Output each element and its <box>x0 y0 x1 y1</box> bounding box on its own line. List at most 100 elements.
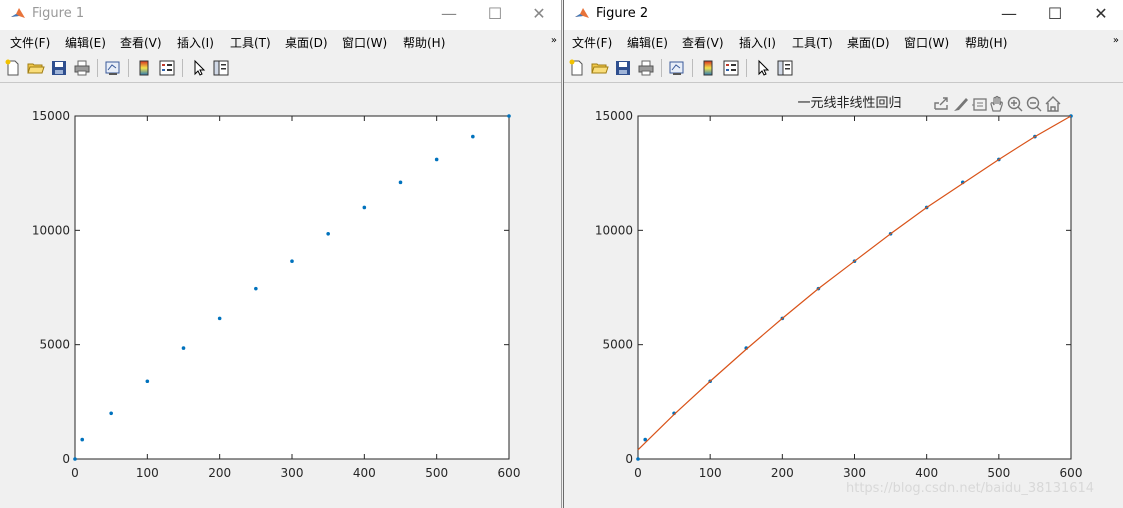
menu-desktop[interactable]: 桌面(D) <box>847 34 890 51</box>
data-point <box>398 180 403 185</box>
save-icon[interactable] <box>613 58 633 78</box>
matlab-icon <box>574 6 590 22</box>
new-figure-icon[interactable] <box>3 58 23 78</box>
window-title: Figure 2 <box>596 6 649 21</box>
data-point <box>73 457 77 461</box>
property-editor-icon[interactable] <box>211 58 231 78</box>
figure-1-window: Figure 1 — ☐ ✕ 文件(F) 编辑(E) 查看(V) 插入(I) 工… <box>0 0 562 508</box>
y-tick-label: 10000 <box>32 223 70 237</box>
data-point <box>636 457 640 461</box>
close-button[interactable]: ✕ <box>516 0 561 30</box>
data-point <box>109 411 113 416</box>
x-tick-label: 100 <box>136 466 159 480</box>
minimize-button[interactable]: — <box>986 0 1032 30</box>
pointer-icon[interactable] <box>189 58 209 78</box>
data-point <box>254 286 258 291</box>
menu-view[interactable]: 查看(V) <box>120 34 162 51</box>
x-tick-label: 200 <box>771 466 794 480</box>
menu-file[interactable]: 文件(F) <box>572 34 612 51</box>
menu-help[interactable]: 帮助(H) <box>965 34 1007 51</box>
menu-edit[interactable]: 编辑(E) <box>627 34 668 51</box>
window-title: Figure 1 <box>32 6 85 21</box>
title-bar[interactable]: Figure 1 — ☐ ✕ <box>0 0 561 30</box>
menu-edit[interactable]: 编辑(E) <box>65 34 106 51</box>
menu-window[interactable]: 窗口(W) <box>342 34 387 51</box>
legend-icon[interactable] <box>157 58 177 78</box>
close-button[interactable]: ✕ <box>1078 0 1123 30</box>
toolbar-separator <box>182 59 183 77</box>
x-tick-label: 600 <box>498 466 521 480</box>
minimize-button[interactable]: — <box>426 0 472 30</box>
open-file-icon[interactable] <box>590 58 610 78</box>
menu-insert[interactable]: 插入(I) <box>177 34 214 51</box>
menu-overflow-icon[interactable]: » <box>1113 35 1119 46</box>
axes-box <box>74 115 510 460</box>
export-icon[interactable] <box>934 97 948 110</box>
toolbar-separator <box>97 59 98 77</box>
menu-bar: 文件(F) 编辑(E) 查看(V) 插入(I) 工具(T) 桌面(D) 窗口(W… <box>0 30 561 54</box>
zoom-out-icon[interactable] <box>1026 96 1042 112</box>
data-point <box>181 346 186 350</box>
menu-file[interactable]: 文件(F) <box>10 34 50 51</box>
datatip-icon[interactable] <box>972 98 987 111</box>
print-icon[interactable] <box>72 58 92 78</box>
menu-desktop[interactable]: 桌面(D) <box>285 34 328 51</box>
toolbar-separator <box>692 59 693 77</box>
pan-icon[interactable] <box>990 95 1003 112</box>
data-point <box>326 231 330 236</box>
toolbar <box>0 54 561 83</box>
menu-insert[interactable]: 插入(I) <box>739 34 776 51</box>
home-icon[interactable] <box>1045 96 1061 112</box>
data-point <box>290 259 294 264</box>
x-tick-label: 500 <box>425 466 448 480</box>
menu-tools[interactable]: 工具(T) <box>230 34 271 51</box>
toolbar-separator <box>128 59 129 77</box>
title-bar[interactable]: Figure 2 — ☐ ✕ <box>564 0 1123 30</box>
x-tick-label: 100 <box>699 466 722 480</box>
toolbar <box>564 54 1123 83</box>
axes-toolbar <box>934 95 1061 112</box>
x-tick-label: 0 <box>634 466 642 480</box>
link-plot-icon[interactable] <box>667 58 687 78</box>
property-editor-icon[interactable] <box>775 58 795 78</box>
new-figure-icon[interactable] <box>567 58 587 78</box>
legend-icon[interactable] <box>721 58 741 78</box>
maximize-button[interactable]: ☐ <box>472 0 518 30</box>
y-tick-label: 15000 <box>595 109 633 123</box>
x-tick-label: 300 <box>281 466 304 480</box>
toolbar-separator <box>661 59 662 77</box>
y-tick-label: 5000 <box>602 338 633 352</box>
save-icon[interactable] <box>49 58 69 78</box>
menu-overflow-icon[interactable]: » <box>551 35 557 46</box>
open-file-icon[interactable] <box>26 58 46 78</box>
axes-box <box>637 115 1072 460</box>
menu-window[interactable]: 窗口(W) <box>904 34 949 51</box>
brush-icon[interactable] <box>954 98 968 111</box>
x-tick-label: 500 <box>987 466 1010 480</box>
y-tick-label: 0 <box>625 452 633 466</box>
figure-2-window: Figure 2 — ☐ ✕ 文件(F) 编辑(E) 查看(V) 插入(I) 工… <box>563 0 1123 508</box>
colorbar-icon[interactable] <box>698 58 718 78</box>
link-plot-icon[interactable] <box>103 58 123 78</box>
data-point <box>80 437 85 442</box>
menu-view[interactable]: 查看(V) <box>682 34 724 51</box>
watermark: https://blog.csdn.net/baidu_38131614 <box>846 481 1095 496</box>
chart-title: 一元线非线性回归 <box>797 96 901 111</box>
plot-area[interactable]: 0 100 200 300 400 500 600 0 5000 10000 15000 <box>0 83 562 508</box>
menu-help[interactable]: 帮助(H) <box>403 34 445 51</box>
maximize-button[interactable]: ☐ <box>1032 0 1078 30</box>
menu-tools[interactable]: 工具(T) <box>792 34 833 51</box>
x-tick-label: 300 <box>843 466 866 480</box>
x-tick-label: 400 <box>915 466 938 480</box>
x-tick-label: 0 <box>71 466 79 480</box>
y-tick-label: 0 <box>62 452 70 466</box>
data-point <box>434 157 439 162</box>
zoom-in-icon[interactable] <box>1007 96 1023 112</box>
colorbar-icon[interactable] <box>134 58 154 78</box>
pointer-icon[interactable] <box>753 58 773 78</box>
x-tick-label: 400 <box>353 466 376 480</box>
y-tick-label: 10000 <box>595 223 633 237</box>
plot-area[interactable]: 0 100 200 300 400 500 600 0 5000 10000 15000 一元线非线性… <box>564 83 1123 508</box>
print-icon[interactable] <box>636 58 656 78</box>
y-tick-label: 5000 <box>39 338 70 352</box>
